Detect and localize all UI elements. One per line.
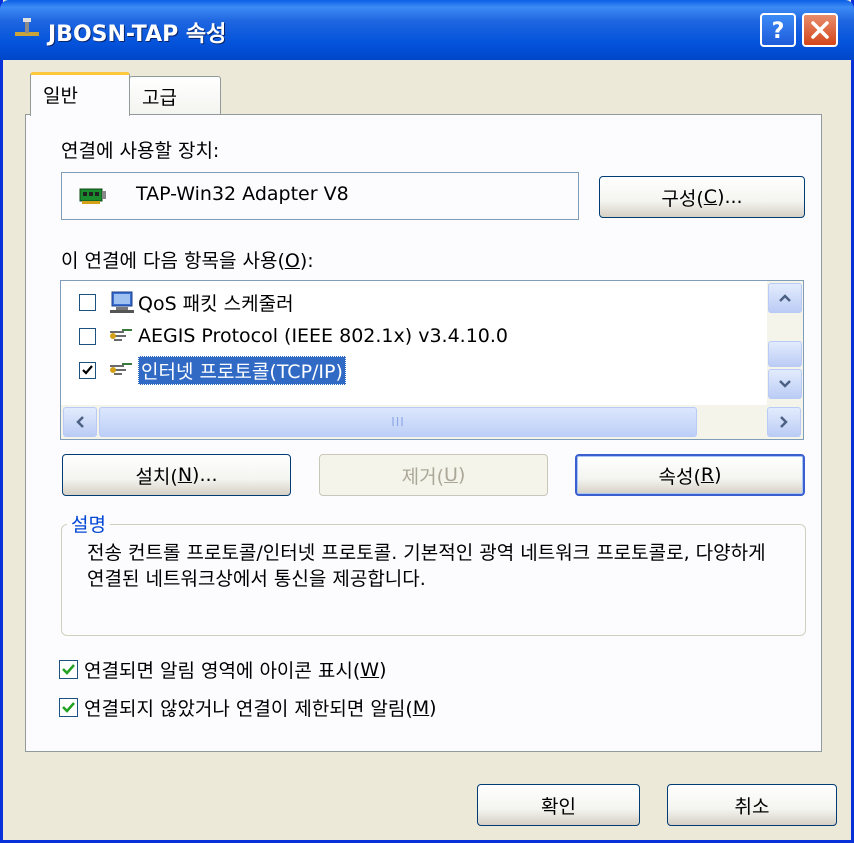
ok-button[interactable]: 확인 [477, 784, 640, 826]
properties-button[interactable]: 속성(R) [575, 454, 805, 496]
item-label: AEGIS Protocol (IEEE 802.1x) v3.4.10.0 [138, 325, 508, 347]
configure-button-key: C [703, 186, 718, 208]
network-adapter-icon [79, 188, 106, 204]
vertical-scroll-thumb[interactable] [768, 341, 802, 367]
description-legend: 설명 [67, 510, 110, 537]
list-item[interactable]: QoS 패킷 스케줄러 [61, 285, 761, 319]
item-label-selected: 인터넷 프로토콜(TCP/IP) [138, 355, 346, 385]
description-text: 전송 컨트롤 프로토콜/인터넷 프로토콜. 기본적인 광역 네트워크 프로토콜로… [87, 542, 766, 590]
chevron-up-icon [779, 294, 791, 302]
option-text: 연결되지 않았거나 연결이 제한되면 알림( [84, 698, 413, 720]
configure-button-suffix: )... [717, 186, 743, 208]
chevron-down-icon [779, 380, 791, 388]
option-key: M [412, 696, 430, 719]
list-item[interactable]: AEGIS Protocol (IEEE 802.1x) v3.4.10.0 [61, 319, 761, 353]
ok-button-label: 확인 [541, 795, 576, 818]
cancel-button-label: 취소 [734, 795, 770, 818]
option-key: W [360, 658, 380, 681]
remove-button-key: U [444, 464, 458, 486]
install-button-suffix: )... [192, 464, 218, 486]
properties-button-key: R [700, 464, 715, 486]
item-checkbox[interactable] [79, 327, 96, 345]
remove-button-suffix: ) [457, 464, 466, 486]
checkmark-icon [62, 664, 75, 675]
items-label-text: 이 연결에 다음 항목을 사용( [61, 250, 285, 272]
device-name: TAP-Win32 Adapter V8 [136, 183, 349, 205]
item-label: QoS 패킷 스케줄러 [138, 292, 294, 315]
notify-limited-checkbox[interactable] [59, 698, 78, 717]
items-label-suffix: ): [299, 250, 314, 272]
items-label: 이 연결에 다음 항목을 사용(O): [61, 246, 314, 273]
install-button-text: 설치( [135, 465, 178, 488]
item-checkbox[interactable] [79, 293, 96, 311]
vertical-scrollbar[interactable] [767, 281, 803, 405]
cancel-button[interactable]: 취소 [667, 784, 837, 826]
device-display: TAP-Win32 Adapter V8 [61, 172, 579, 220]
chevron-right-icon [780, 416, 788, 428]
protocol-icon [110, 363, 132, 375]
notify-icon-option[interactable]: 연결되면 알림 영역에 아이콘 표시(W) [59, 656, 387, 683]
qos-scheduler-icon [110, 291, 134, 313]
checkmark-icon [62, 702, 75, 713]
list-item[interactable]: 인터넷 프로토콜(TCP/IP) [61, 353, 761, 387]
properties-dialog: JBOSN-TAP 속성 ? 일반 고급 연결에 사용할 장치: TAP-Win… [0, 0, 854, 843]
scroll-up-button[interactable] [768, 283, 802, 313]
protocol-icon [110, 329, 132, 341]
chevron-left-icon [76, 416, 84, 428]
scroll-left-button[interactable] [63, 407, 97, 437]
configure-button[interactable]: 구성(C)... [599, 176, 805, 218]
remove-button-text: 제거( [401, 465, 445, 488]
components-list[interactable]: QoS 패킷 스케줄러 AEGIS Protocol (IEEE 802.1x)… [60, 280, 804, 440]
horizontal-scroll-thumb[interactable]: III [99, 407, 697, 437]
option-text: 연결되면 알림 영역에 아이콘 표시( [84, 660, 361, 682]
item-checkbox[interactable] [79, 361, 96, 379]
option-suffix: ) [379, 658, 387, 681]
scroll-down-button[interactable] [768, 369, 802, 399]
option-suffix: ) [429, 696, 437, 719]
checkmark-icon [82, 364, 93, 375]
items-label-key: O [284, 250, 300, 272]
remove-button[interactable]: 제거(U) [319, 454, 548, 496]
scroll-right-button[interactable] [767, 407, 801, 437]
scroll-grip: III [391, 415, 405, 429]
device-label: 연결에 사용할 장치: [61, 140, 220, 162]
configure-button-text: 구성( [661, 187, 704, 210]
install-button[interactable]: 설치(N)... [62, 454, 291, 496]
install-button-key: N [177, 464, 193, 486]
properties-button-text: 속성( [658, 465, 701, 488]
horizontal-scrollbar[interactable]: III [61, 405, 803, 439]
notify-limited-option[interactable]: 연결되지 않았거나 연결이 제한되면 알림(M) [59, 694, 437, 721]
properties-button-suffix: ) [714, 464, 722, 486]
notify-icon-checkbox[interactable] [59, 660, 78, 679]
